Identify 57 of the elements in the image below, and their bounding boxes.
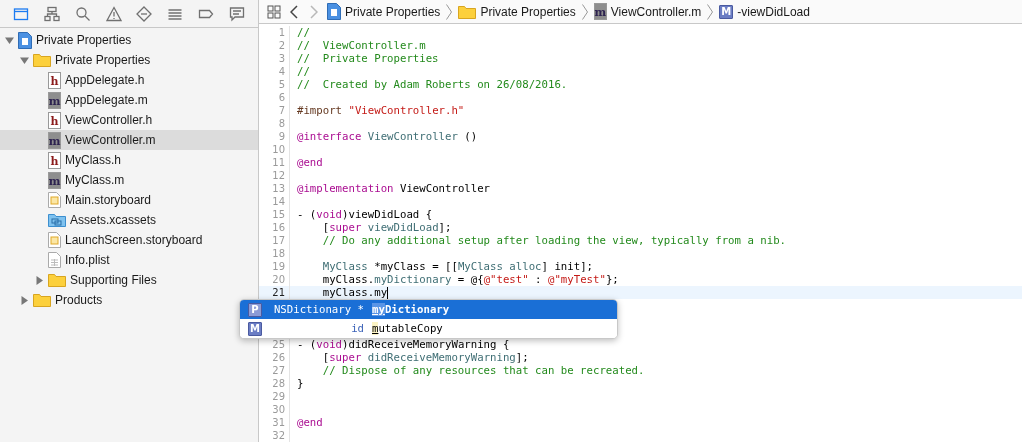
line-number: 25 <box>259 338 290 351</box>
code-line: // <box>297 26 310 39</box>
code-line: [super didReceiveMemoryWarning]; <box>321 351 529 364</box>
line-number: 1 <box>259 26 290 39</box>
line-number: 9 <box>259 130 290 143</box>
code-line: // Created by Adam Roberts on 26/08/2016. <box>297 78 568 91</box>
code-line: [super viewDidLoad]; <box>321 221 452 234</box>
line-number: 11 <box>259 156 290 169</box>
code-line: - (void)didReceiveMemoryWarning { <box>297 338 510 351</box>
line-number: 2 <box>259 39 290 52</box>
code-line: // Private Properties <box>297 52 439 65</box>
line-number: 12 <box>259 169 290 182</box>
source-file-icon: m <box>593 3 607 20</box>
code-line: @end <box>297 416 323 429</box>
line-number: 10 <box>259 143 290 156</box>
method-icon: M <box>248 321 262 336</box>
code-line: #import "ViewController.h" <box>297 104 465 117</box>
line-number: 16 <box>259 221 290 234</box>
code-line: - (void)viewDidLoad { <box>297 208 433 221</box>
line-number: 32 <box>259 429 290 442</box>
line-number: 30 <box>259 403 290 416</box>
source-file-icon: m <box>48 91 61 109</box>
line-number: 29 <box>259 390 290 403</box>
line-number: 13 <box>259 182 290 195</box>
header-file-icon: h <box>48 151 61 169</box>
method-icon: M <box>719 4 734 19</box>
line-number: 27 <box>259 364 290 377</box>
line-number: 4 <box>259 65 290 78</box>
property-icon: P <box>248 302 262 317</box>
header-file-icon: h <box>48 111 61 129</box>
source-file-icon: m <box>48 171 61 189</box>
line-number: 7 <box>259 104 290 117</box>
code-line: @interface ViewController () <box>297 130 478 143</box>
code-line: myClass.myDictionary = @{@"test" : @"myTest"}; <box>321 273 619 286</box>
source-file-icon: m <box>48 131 61 149</box>
code-line: myClass.my <box>321 286 389 299</box>
line-number: 3 <box>259 52 290 65</box>
line-number: 6 <box>259 91 290 104</box>
code-line: @implementation ViewController <box>297 182 491 195</box>
code-line: // ViewController.m <box>297 39 426 52</box>
code-line: // Do any additional setup after loading the view, typically from a nib. <box>321 234 787 247</box>
code-line: // <box>297 65 310 78</box>
header-file-icon: h <box>48 71 61 89</box>
line-number: 17 <box>259 234 290 247</box>
line-number: 8 <box>259 117 290 130</box>
line-number: 28 <box>259 377 290 390</box>
line-number: 18 <box>259 247 290 260</box>
code-line: MyClass *myClass = [[MyClass alloc] init]; <box>321 260 593 273</box>
line-number: 5 <box>259 78 290 91</box>
line-number: 19 <box>259 260 290 273</box>
line-number: 15 <box>259 208 290 221</box>
line-number: 26 <box>259 351 290 364</box>
code-line: } <box>297 377 304 390</box>
line-number: 14 <box>259 195 290 208</box>
code-line: @end <box>297 156 323 169</box>
code-line: // Dispose of any resources that can be recreated. <box>321 364 645 377</box>
line-number: 31 <box>259 416 290 429</box>
